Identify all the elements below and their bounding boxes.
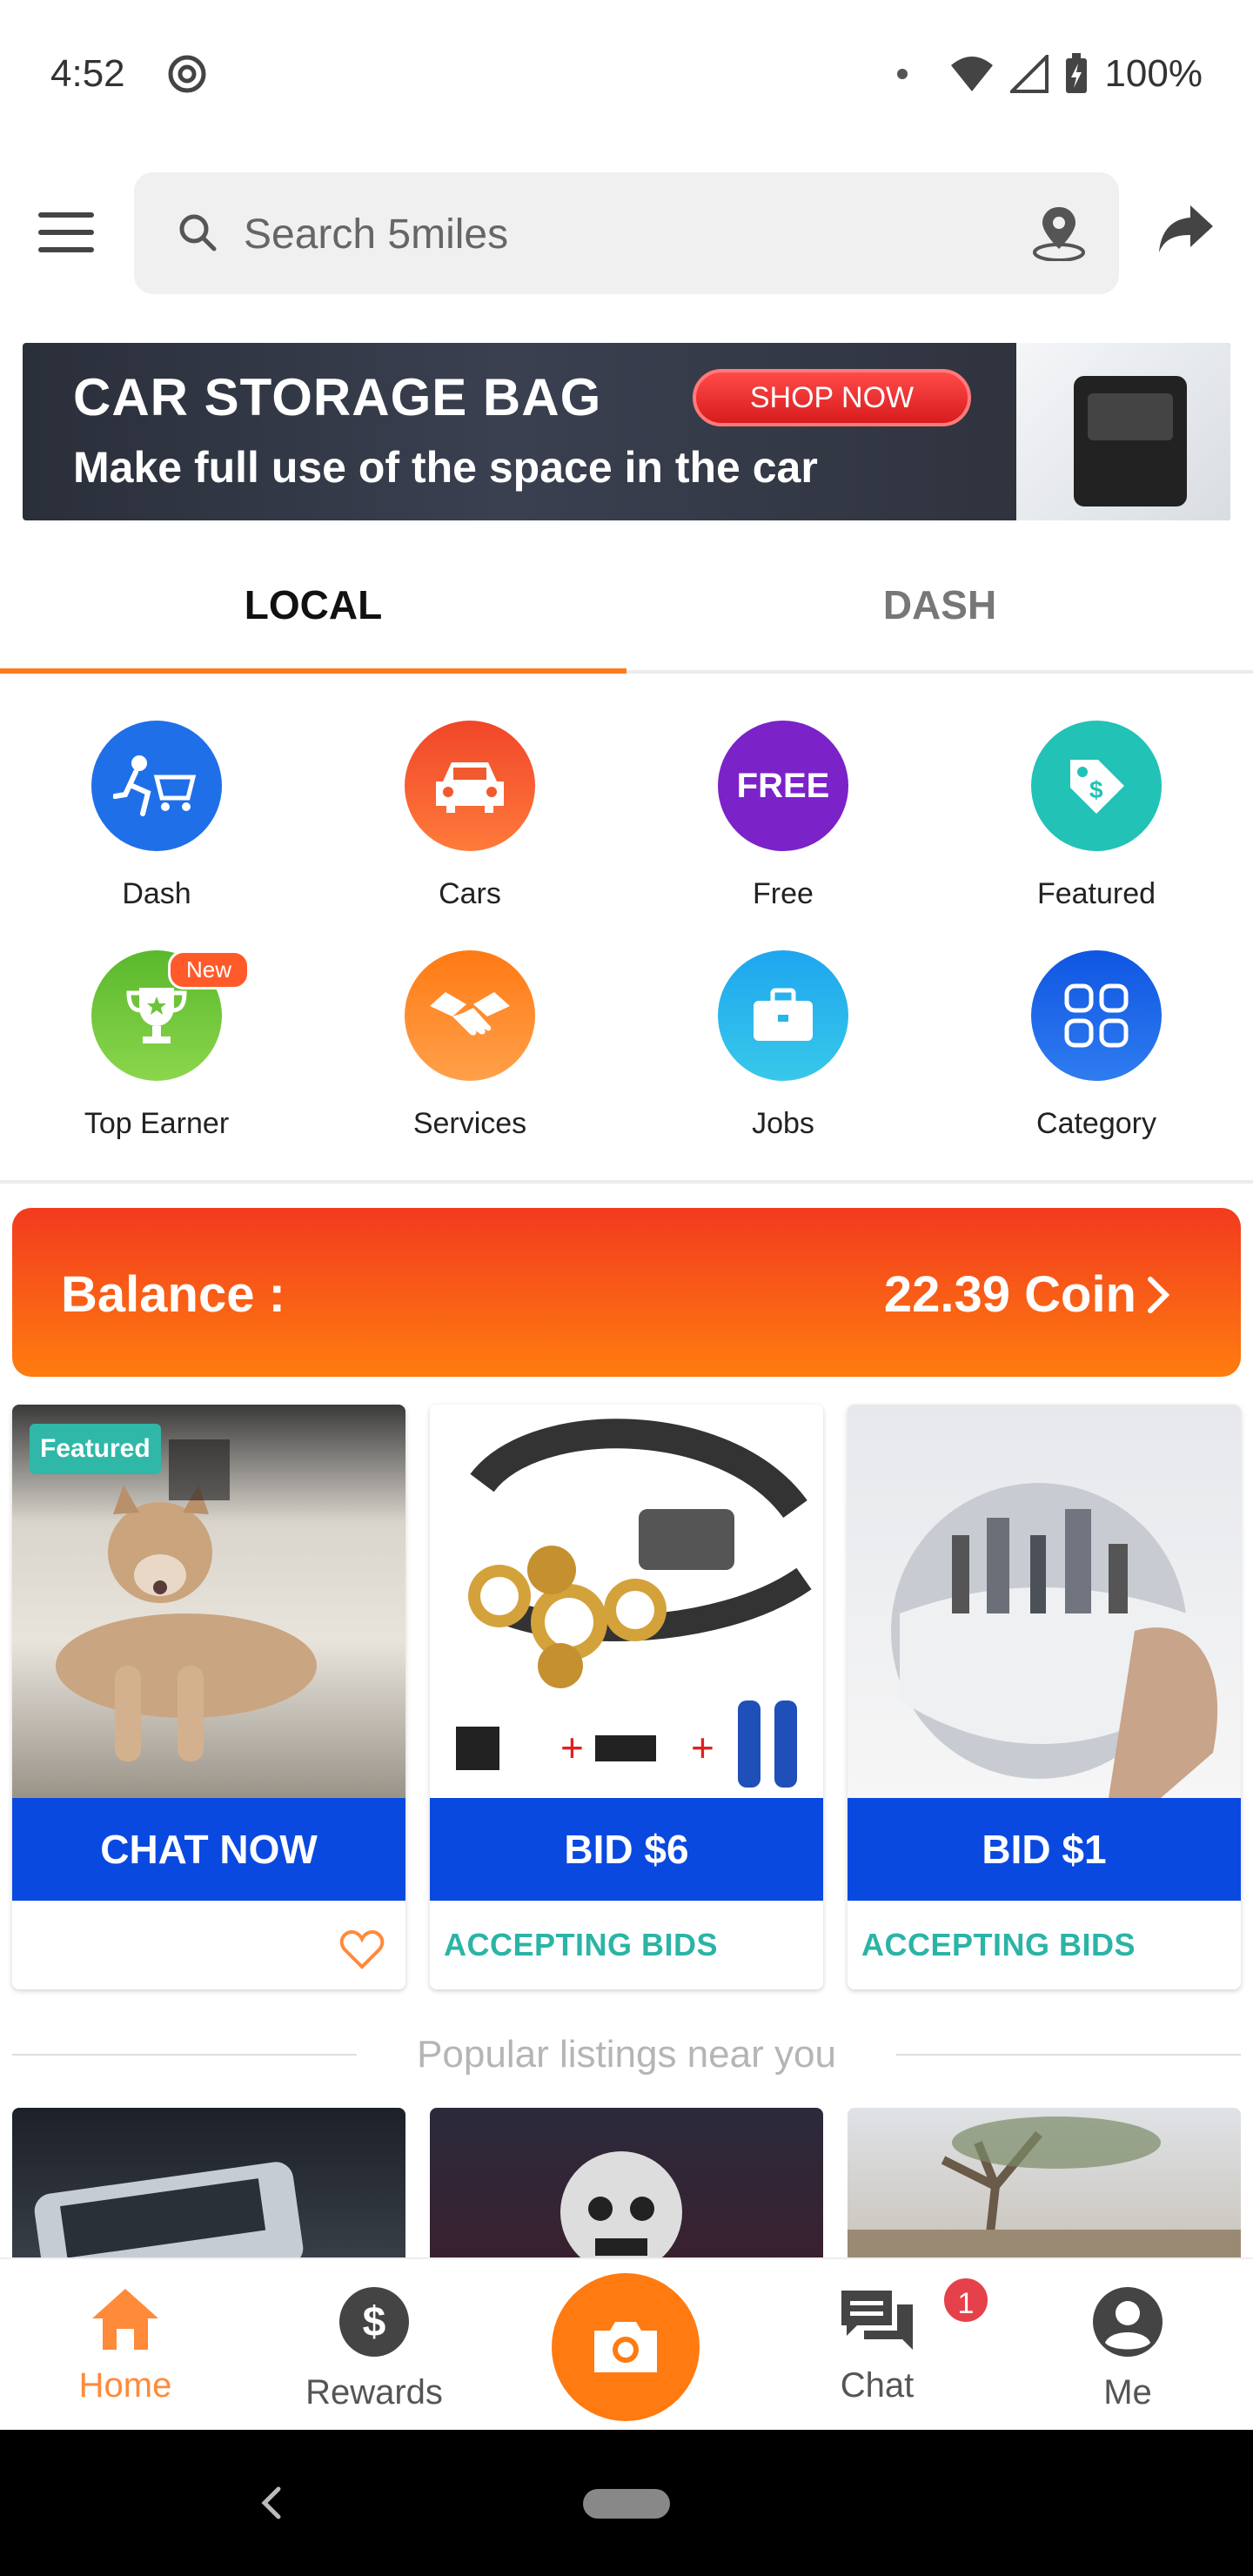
accepting-bids-label: ACCEPTING BIDS: [444, 1927, 719, 1962]
search-bar[interactable]: Search 5miles: [134, 172, 1119, 294]
category-label: Dash: [122, 877, 191, 910]
svg-text:$: $: [363, 2299, 386, 2345]
listing-thumbnail[interactable]: [12, 2108, 405, 2264]
featured-tag: Featured: [30, 1424, 161, 1474]
banner-title: CAR STORAGE BAG: [73, 368, 602, 426]
status-time: 4:52: [50, 52, 125, 95]
new-badge: New: [168, 950, 251, 989]
storage-bag-picture: [1074, 376, 1187, 506]
camera-button[interactable]: [552, 2273, 700, 2421]
back-chevron-icon[interactable]: [258, 2484, 284, 2522]
hamburger-menu-icon[interactable]: [38, 212, 94, 258]
share-icon[interactable]: [1157, 202, 1215, 254]
category-all[interactable]: Category: [940, 950, 1253, 1141]
briefcase-icon: [718, 950, 848, 1081]
svg-text:+: +: [560, 1725, 584, 1770]
home-icon: [92, 2289, 158, 2350]
profile-icon: [1093, 2287, 1163, 2357]
product-card[interactable]: BID $1 ACCEPTING BIDS: [848, 1405, 1241, 1989]
headlamp-photo: + +: [430, 1405, 823, 1798]
heart-icon[interactable]: [339, 1930, 385, 1970]
location-pin-icon[interactable]: [1032, 204, 1086, 261]
nav-label: Me: [1103, 2373, 1152, 2412]
tag-icon: $: [1031, 721, 1162, 851]
popular-listings-title: Popular listings near you: [417, 2033, 836, 2076]
system-navigation-bar: [0, 2430, 1253, 2576]
balance-label: Balance :: [61, 1266, 285, 1323]
balance-banner[interactable]: Balance : 22.39 Coin: [12, 1208, 1241, 1377]
bottom-navigation: Home $ Rewards 1 Chat Me: [0, 2257, 1253, 2430]
category-label: Top Earner: [84, 1107, 230, 1140]
signal-icon: [1010, 55, 1049, 93]
chevron-right-icon: [1148, 1277, 1170, 1313]
nav-me[interactable]: Me: [1041, 2285, 1215, 2412]
category-services[interactable]: Services: [313, 950, 626, 1141]
free-icon-text: FREE: [736, 766, 830, 805]
nav-chat[interactable]: 1 Chat: [790, 2275, 991, 2405]
chat-icon: [841, 2291, 913, 2350]
category-featured[interactable]: $ Featured: [940, 721, 1253, 911]
camera-icon: [594, 2322, 657, 2372]
dash-icon: [91, 721, 222, 851]
svg-text:+: +: [691, 1725, 714, 1770]
category-jobs[interactable]: Jobs: [626, 950, 940, 1141]
category-top-earner[interactable]: New Top Earner: [0, 950, 313, 1141]
nav-rewards[interactable]: $ Rewards: [287, 2285, 461, 2412]
product-card[interactable]: Featured CHAT NOW: [12, 1405, 405, 1989]
category-label: Cars: [439, 877, 501, 910]
wifi-icon: [951, 57, 994, 91]
listing-thumbnail[interactable]: [430, 2108, 823, 2264]
notification-dot-icon: [897, 69, 908, 79]
handshake-icon: [405, 950, 535, 1081]
dog-photo: Featured: [12, 1405, 405, 1798]
tab-bar: LOCAL DASH: [0, 540, 1253, 674]
bid-button[interactable]: BID $6: [430, 1798, 823, 1901]
accepting-bids-label: ACCEPTING BIDS: [861, 1927, 1136, 1962]
search-input[interactable]: Search 5miles: [244, 211, 508, 258]
battery-icon: [1066, 53, 1088, 93]
nav-home[interactable]: Home: [38, 2285, 212, 2405]
product-card[interactable]: + + BID $6 ACCEPTING BIDS: [430, 1405, 823, 1989]
section-divider: [0, 1180, 1253, 1184]
active-tab-indicator: [0, 668, 626, 674]
bid-button[interactable]: BID $1: [848, 1798, 1241, 1901]
category-dash[interactable]: Dash: [0, 721, 313, 911]
balance-value: 22.39 Coin: [883, 1266, 1136, 1323]
status-bar: 4:52 100%: [0, 0, 1253, 148]
nav-label: Chat: [840, 2366, 915, 2405]
car-storage-bag-image: [1016, 343, 1230, 520]
promo-banner[interactable]: CAR STORAGE BAG SHOP NOW Make full use o…: [23, 343, 1230, 520]
car-icon: [405, 721, 535, 851]
nav-label: Rewards: [305, 2373, 443, 2412]
category-label: Services: [412, 1107, 527, 1140]
listing-thumbnail[interactable]: [848, 2108, 1241, 2264]
popular-listings-header: Popular listings near you: [0, 2033, 1253, 2076]
category-cars[interactable]: Cars: [313, 721, 626, 911]
category-free[interactable]: FREE Free: [626, 721, 940, 911]
svg-text:$: $: [1089, 776, 1103, 803]
home-pill[interactable]: [583, 2489, 670, 2519]
nav-label: Home: [78, 2366, 172, 2405]
chat-now-button[interactable]: CHAT NOW: [12, 1798, 405, 1901]
dollar-icon: $: [339, 2287, 409, 2357]
search-icon: [179, 214, 217, 252]
battery-percent: 100%: [1104, 52, 1203, 95]
chat-unread-badge: 1: [941, 2275, 991, 2325]
status-icons: 100%: [897, 52, 1203, 96]
grid-icon: [1031, 950, 1162, 1081]
at-sign-icon: [168, 55, 206, 93]
category-label: Jobs: [752, 1107, 814, 1140]
banner-subtitle: Make full use of the space in the car: [73, 443, 818, 492]
trophy-icon: New: [91, 950, 251, 1081]
category-label: Featured: [1036, 877, 1156, 910]
tab-local[interactable]: LOCAL: [0, 540, 626, 674]
free-icon: FREE: [718, 721, 848, 851]
category-label: Category: [1036, 1107, 1156, 1140]
category-label: Free: [753, 877, 814, 910]
crystal-ball-photo: [848, 1405, 1241, 1798]
shop-now-button[interactable]: SHOP NOW: [693, 369, 971, 426]
tab-dash[interactable]: DASH: [626, 540, 1253, 674]
